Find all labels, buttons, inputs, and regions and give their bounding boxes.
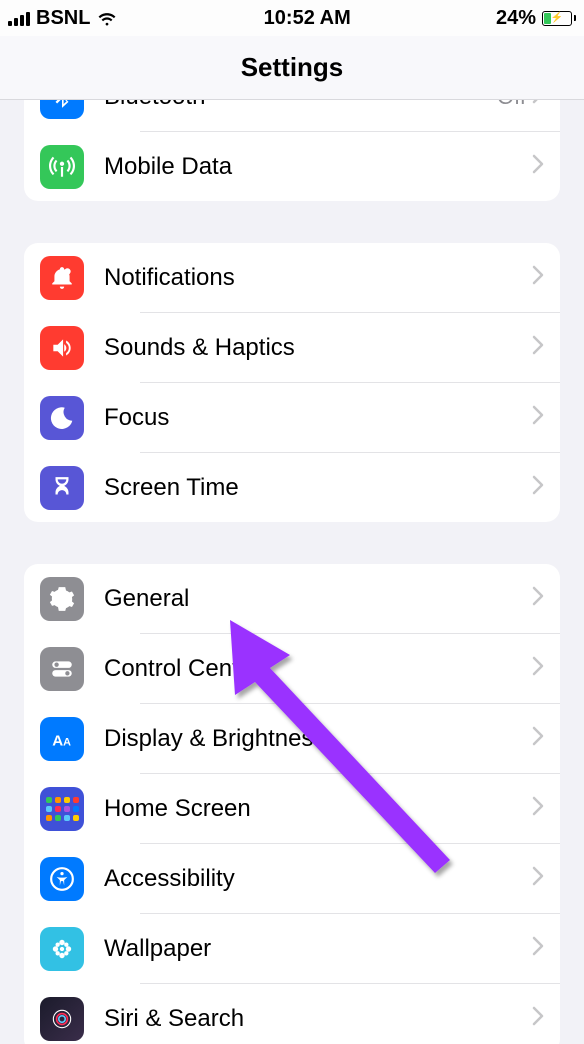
battery-percent: 24% (496, 7, 536, 30)
row-mobile-data[interactable]: Mobile Data (24, 132, 560, 201)
row-siri-label: Siri & Search (104, 1005, 532, 1033)
chevron-right-icon (532, 656, 544, 681)
chevron-right-icon (532, 866, 544, 891)
row-display-brightness[interactable]: AA Display & Brightness (24, 704, 560, 773)
row-general-label: General (104, 585, 532, 613)
clock: 10:52 AM (264, 7, 351, 30)
row-screen-time-label: Screen Time (104, 474, 532, 502)
row-home-screen[interactable]: Home Screen (24, 774, 560, 843)
antenna-icon (40, 145, 84, 189)
chevron-right-icon (532, 475, 544, 500)
speaker-icon (40, 326, 84, 370)
flower-icon (40, 927, 84, 971)
settings-group-system: General Control Centre AA Display & Brig… (24, 564, 560, 1044)
gear-icon (40, 577, 84, 621)
chevron-right-icon (532, 936, 544, 961)
row-bluetooth-label: Bluetooth (104, 100, 497, 111)
chevron-right-icon (532, 1006, 544, 1031)
hourglass-icon (40, 466, 84, 510)
row-home-screen-label: Home Screen (104, 795, 532, 823)
switches-icon (40, 647, 84, 691)
row-screen-time[interactable]: Screen Time (24, 453, 560, 522)
row-display-label: Display & Brightness (104, 725, 532, 753)
svg-text:A: A (52, 732, 63, 749)
row-control-centre[interactable]: Control Centre (24, 634, 560, 703)
row-notifications-label: Notifications (104, 264, 532, 292)
carrier-label: BSNL (36, 7, 90, 30)
chevron-right-icon (532, 265, 544, 290)
chevron-right-icon (532, 154, 544, 179)
settings-group-alerts: Notifications Sounds & Haptics Focus Scr… (24, 243, 560, 522)
aa-icon: AA (40, 717, 84, 761)
chevron-right-icon (532, 405, 544, 430)
chevron-right-icon (532, 100, 544, 109)
settings-list[interactable]: Bluetooth Off Mobile Data Notifications (0, 100, 584, 1044)
chevron-right-icon (532, 796, 544, 821)
row-bluetooth-detail: Off (497, 100, 526, 110)
status-left: BSNL (8, 7, 118, 30)
battery-icon: ⚡ (542, 11, 576, 26)
status-bar: BSNL 10:52 AM 24% ⚡ (0, 0, 584, 36)
row-bluetooth[interactable]: Bluetooth Off (24, 100, 560, 131)
bluetooth-icon (40, 100, 84, 119)
row-focus-label: Focus (104, 404, 532, 432)
row-control-centre-label: Control Centre (104, 655, 532, 683)
row-accessibility[interactable]: Accessibility (24, 844, 560, 913)
siri-icon (40, 997, 84, 1041)
row-wallpaper[interactable]: Wallpaper (24, 914, 560, 983)
row-accessibility-label: Accessibility (104, 865, 532, 893)
page-title: Settings (0, 36, 584, 100)
row-notifications[interactable]: Notifications (24, 243, 560, 312)
chevron-right-icon (532, 726, 544, 751)
homegrid-icon (40, 787, 84, 831)
row-general[interactable]: General (24, 564, 560, 633)
row-mobile-data-label: Mobile Data (104, 153, 532, 181)
row-wallpaper-label: Wallpaper (104, 935, 532, 963)
moon-icon (40, 396, 84, 440)
settings-group-connectivity: Bluetooth Off Mobile Data (24, 100, 560, 201)
accessibility-icon (40, 857, 84, 901)
wifi-icon (96, 10, 118, 26)
chevron-right-icon (532, 335, 544, 360)
row-focus[interactable]: Focus (24, 383, 560, 452)
svg-text:A: A (63, 736, 71, 748)
row-siri-search[interactable]: Siri & Search (24, 984, 560, 1044)
chevron-right-icon (532, 586, 544, 611)
row-sounds-haptics[interactable]: Sounds & Haptics (24, 313, 560, 382)
bell-icon (40, 256, 84, 300)
row-sounds-label: Sounds & Haptics (104, 334, 532, 362)
signal-icon (8, 10, 30, 26)
status-right: 24% ⚡ (496, 7, 576, 30)
